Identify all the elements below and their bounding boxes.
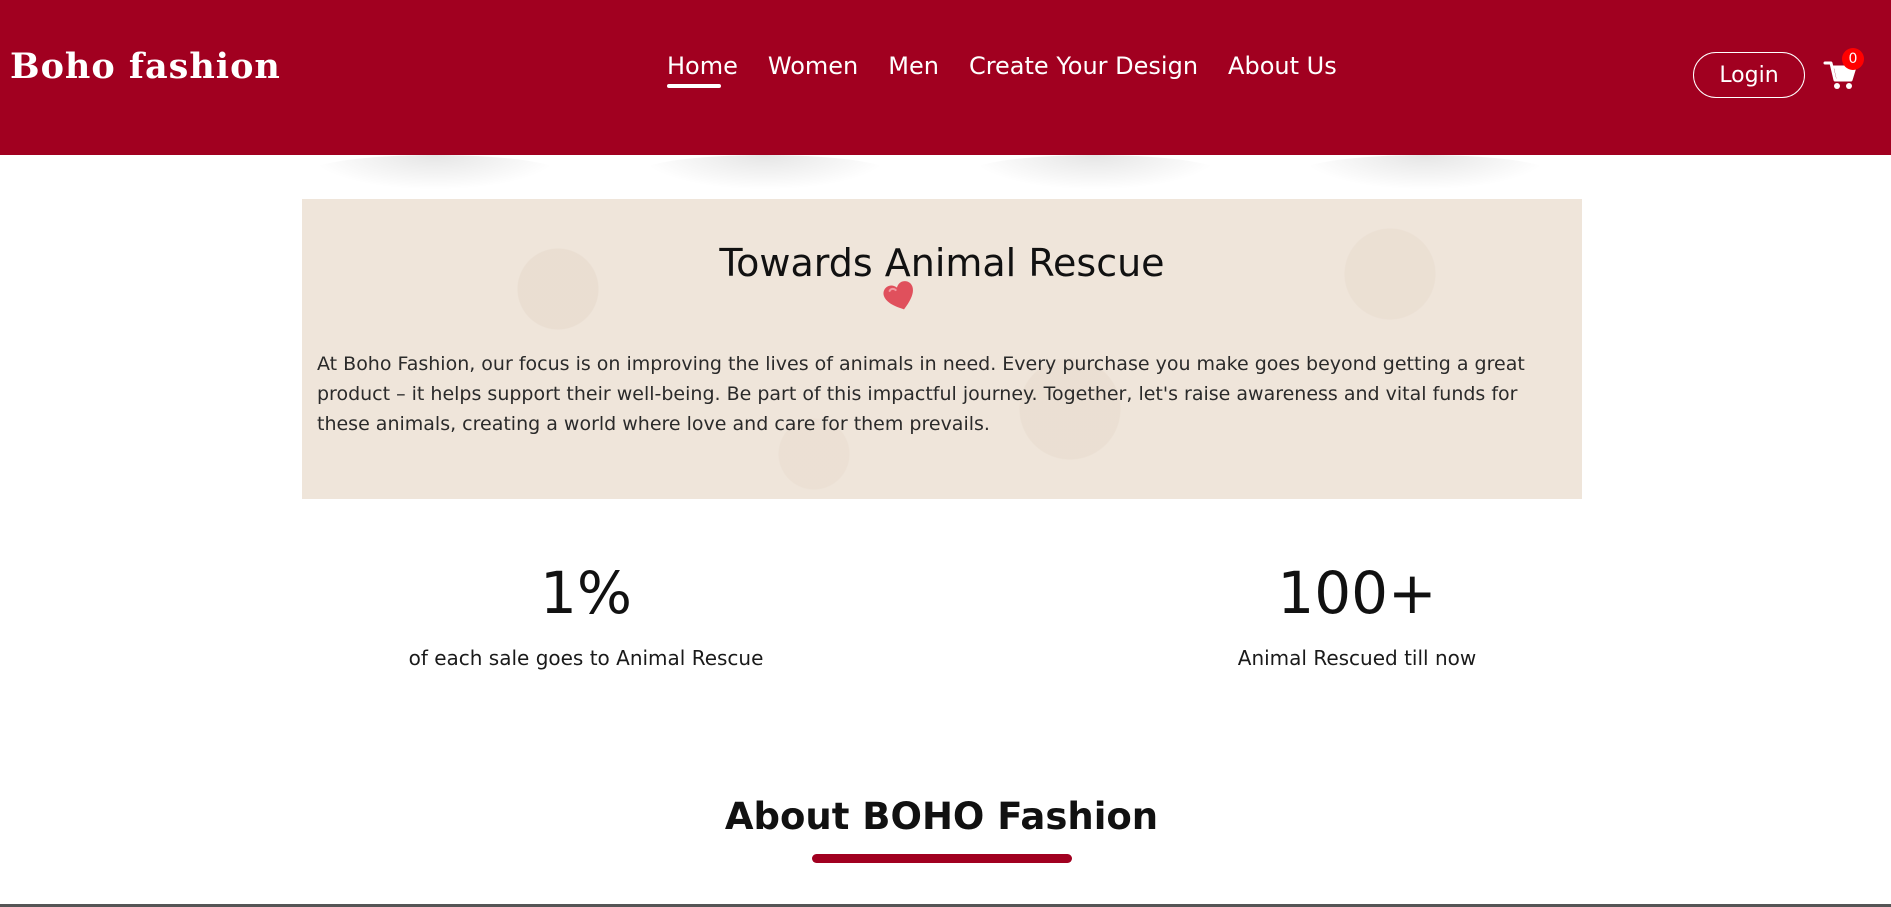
stat-label: Animal Rescued till now [1237,646,1477,670]
heart-icon [882,279,918,315]
nav-link-home[interactable]: Home [667,51,738,91]
rescue-description: At Boho Fashion, our focus is on improvi… [317,353,1525,435]
site-header: Boho fashion Home Women Men Create Your … [0,0,1891,155]
rescue-title: Towards Animal Rescue [719,241,1165,285]
cart-count-badge: 0 [1842,48,1864,70]
nav-link-create-your-design[interactable]: Create Your Design [969,51,1198,91]
brand-logo[interactable]: Boho fashion [10,46,281,87]
nav-link-men[interactable]: Men [888,51,939,91]
stat-value: 1% [539,559,632,627]
stat-sales-share: 1% of each sale goes to Animal Rescue [336,560,836,670]
login-button[interactable]: Login [1693,52,1805,98]
header-shadow-strip [0,155,1891,200]
stat-value: 100+ [1277,559,1437,627]
nav-link-women[interactable]: Women [768,51,858,91]
title-underline [812,854,1072,863]
stat-animals-rescued: 100+ Animal Rescued till now [1107,560,1607,670]
stat-label: of each sale goes to Animal Rescue [408,646,764,670]
nav-link-about-us[interactable]: About Us [1228,51,1337,91]
main-nav: Home Women Men Create Your Design About … [667,51,1367,91]
about-section-title: About BOHO Fashion [724,795,1159,838]
animal-rescue-card: Towards Animal Rescue At Boho Fashion, o… [302,199,1582,499]
